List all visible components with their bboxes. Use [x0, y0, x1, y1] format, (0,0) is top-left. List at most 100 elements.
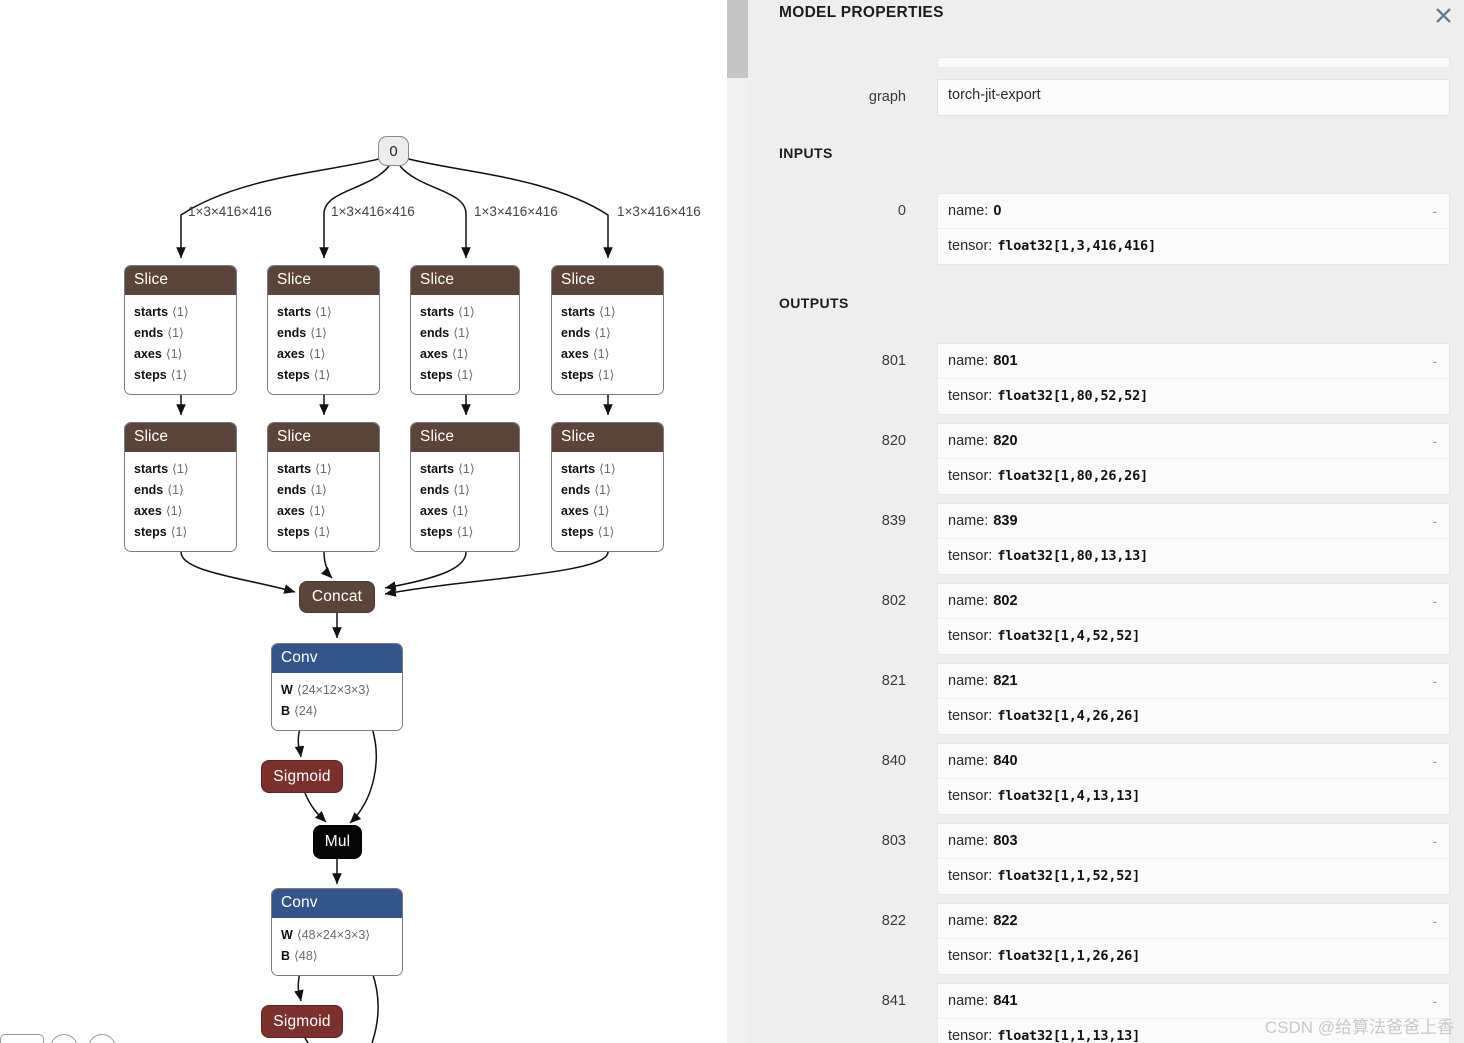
output-name-row: name: 821 - — [938, 664, 1449, 699]
graph-node-conv-1[interactable]: Conv W ⟨24×12×3×3⟩ B ⟨24⟩ — [271, 643, 403, 731]
node-attr: ends ⟨1⟩ — [277, 325, 327, 340]
output-tensor-key: tensor: — [948, 788, 993, 804]
output-name-value: 840 — [993, 752, 1018, 769]
node-attr: axes ⟨1⟩ — [561, 503, 610, 518]
graph-node-mul-1[interactable]: Mul — [313, 825, 362, 859]
output-card-8[interactable]: name: 841 - tensor: float32[1,1,13,13] — [937, 983, 1450, 1043]
output-name-row: name: 803 - — [938, 824, 1449, 859]
output-tensor-row: tensor: float32[1,4,52,52] — [938, 619, 1449, 654]
node-attr: starts ⟨1⟩ — [561, 461, 616, 476]
node-attr: ends ⟨1⟩ — [561, 482, 611, 497]
collapse-icon[interactable]: - — [1432, 203, 1439, 219]
input-name-value: 0 — [993, 202, 1002, 219]
graph-node-slice-5[interactable]: Slice starts ⟨1⟩ ends ⟨1⟩ axes ⟨1⟩ steps ⟨1⟩ — [124, 422, 237, 552]
output-tensor-row: tensor: float32[1,1,13,13] — [938, 1019, 1449, 1043]
collapse-icon[interactable]: - — [1432, 353, 1439, 369]
input-card-0[interactable]: name: 0 - tensor: float32[1,3,416,416] — [937, 193, 1450, 265]
output-index-6: 803 — [881, 833, 906, 849]
node-attributes: starts ⟨1⟩ ends ⟨1⟩ axes ⟨1⟩ steps ⟨1⟩ — [125, 451, 236, 551]
node-title: Concat — [311, 588, 363, 605]
node-attr: steps ⟨1⟩ — [561, 524, 615, 539]
collapse-icon[interactable]: - — [1432, 833, 1439, 849]
input-tensor-key: tensor: — [948, 238, 993, 254]
collapse-icon[interactable]: - — [1432, 753, 1439, 769]
output-card-3[interactable]: name: 802 - tensor: float32[1,4,52,52] — [937, 583, 1450, 655]
collapse-icon[interactable]: - — [1432, 433, 1439, 449]
node-attributes: starts ⟨1⟩ ends ⟨1⟩ axes ⟨1⟩ steps ⟨1⟩ — [268, 451, 379, 551]
graph-node-sigmoid-2[interactable]: Sigmoid — [261, 1005, 343, 1038]
graph-node-slice-1[interactable]: Slice starts ⟨1⟩ ends ⟨1⟩ axes ⟨1⟩ steps ⟨1⟩ — [124, 265, 237, 395]
output-name-row: name: 839 - — [938, 504, 1449, 539]
output-name-value: 802 — [993, 592, 1018, 609]
collapse-icon[interactable]: - — [1432, 913, 1439, 929]
graph-node-sigmoid-1[interactable]: Sigmoid — [261, 760, 343, 793]
output-name-key: name: — [948, 832, 989, 849]
input-index-0: 0 — [897, 203, 906, 219]
output-card-6[interactable]: name: 803 - tensor: float32[1,1,52,52] — [937, 823, 1450, 895]
graph-node-concat[interactable]: Concat — [299, 581, 375, 613]
collapse-icon[interactable]: - — [1432, 673, 1439, 689]
graph-node-slice-3[interactable]: Slice starts ⟨1⟩ ends ⟨1⟩ axes ⟨1⟩ steps ⟨1⟩ — [410, 265, 520, 395]
graph-input-node-0[interactable]: 0 — [378, 136, 409, 166]
node-title: Conv — [272, 889, 402, 918]
graph-node-slice-8[interactable]: Slice starts ⟨1⟩ ends ⟨1⟩ axes ⟨1⟩ steps ⟨1⟩ — [551, 422, 664, 552]
graph-node-slice-6[interactable]: Slice starts ⟨1⟩ ends ⟨1⟩ axes ⟨1⟩ steps ⟨1⟩ — [267, 422, 380, 552]
close-icon[interactable] — [1428, 0, 1458, 30]
property-label-graph: graph — [868, 89, 906, 105]
output-tensor-value: float32[1,80,52,52] — [997, 388, 1148, 404]
input-tensor-value: float32[1,3,416,416] — [997, 238, 1156, 254]
graph-vertical-scrollbar-thumb[interactable] — [727, 0, 748, 78]
graph-node-slice-7[interactable]: Slice starts ⟨1⟩ ends ⟨1⟩ axes ⟨1⟩ steps ⟨1⟩ — [410, 422, 520, 552]
output-card-7[interactable]: name: 822 - tensor: float32[1,1,26,26] — [937, 903, 1450, 975]
property-value-graph-text: torch-jit-export — [948, 87, 1041, 103]
output-name-key: name: — [948, 752, 989, 769]
collapse-icon[interactable]: - — [1432, 993, 1439, 1009]
node-attributes: starts ⟨1⟩ ends ⟨1⟩ axes ⟨1⟩ steps ⟨1⟩ — [268, 294, 379, 394]
output-tensor-row: tensor: float32[1,4,26,26] — [938, 699, 1449, 734]
input-name-key: name: — [948, 202, 989, 219]
property-value-graph[interactable]: torch-jit-export — [937, 79, 1450, 116]
node-title: Slice — [411, 266, 519, 295]
node-attr: starts ⟨1⟩ — [420, 304, 475, 319]
node-attr: starts ⟨1⟩ — [134, 304, 189, 319]
graph-canvas[interactable]: 0 1×3×416×416 1×3×416×416 1×3×416×416 1×… — [0, 0, 727, 1043]
output-name-row: name: 802 - — [938, 584, 1449, 619]
output-name-key: name: — [948, 432, 989, 449]
output-name-row: name: 820 - — [938, 424, 1449, 459]
graph-vertical-scrollbar-track[interactable] — [727, 0, 748, 1043]
graph-node-slice-4[interactable]: Slice starts ⟨1⟩ ends ⟨1⟩ axes ⟨1⟩ steps ⟨1⟩ — [551, 265, 664, 395]
output-index-7: 822 — [881, 913, 906, 929]
output-name-value: 839 — [993, 512, 1018, 529]
collapse-icon[interactable]: - — [1432, 593, 1439, 609]
node-attr: W ⟨48×24×3×3⟩ — [281, 927, 371, 942]
node-attr: steps ⟨1⟩ — [277, 367, 331, 382]
node-attr: ends ⟨1⟩ — [134, 325, 184, 340]
node-attr: steps ⟨1⟩ — [134, 524, 188, 539]
node-attr: steps ⟨1⟩ — [420, 367, 474, 382]
node-attr: axes ⟨1⟩ — [420, 346, 469, 361]
input-tensor-row-0: tensor: float32[1,3,416,416] — [938, 229, 1449, 264]
output-card-1[interactable]: name: 820 - tensor: float32[1,80,26,26] — [937, 423, 1450, 495]
output-card-0[interactable]: name: 801 - tensor: float32[1,80,52,52] — [937, 343, 1450, 415]
node-attr: axes ⟨1⟩ — [134, 503, 183, 518]
collapse-icon[interactable]: - — [1432, 513, 1439, 529]
node-attr: starts ⟨1⟩ — [561, 304, 616, 319]
node-attr: axes ⟨1⟩ — [277, 346, 326, 361]
edge-label-3: 1×3×416×416 — [617, 204, 701, 219]
node-title: Conv — [272, 644, 402, 673]
node-attr: starts ⟨1⟩ — [134, 461, 189, 476]
output-tensor-value: float32[1,1,26,26] — [997, 948, 1141, 964]
node-attributes: starts ⟨1⟩ ends ⟨1⟩ axes ⟨1⟩ steps ⟨1⟩ — [552, 294, 663, 394]
output-name-key: name: — [948, 672, 989, 689]
graph-node-conv-2[interactable]: Conv W ⟨48×24×3×3⟩ B ⟨48⟩ — [271, 888, 403, 976]
output-card-5[interactable]: name: 840 - tensor: float32[1,4,13,13] — [937, 743, 1450, 815]
output-index-1: 820 — [881, 433, 906, 449]
output-card-2[interactable]: name: 839 - tensor: float32[1,80,13,13] — [937, 503, 1450, 575]
edge-label-2: 1×3×416×416 — [474, 204, 558, 219]
node-attr: ends ⟨1⟩ — [420, 325, 470, 340]
output-tensor-row: tensor: float32[1,1,52,52] — [938, 859, 1449, 894]
node-attr: axes ⟨1⟩ — [134, 346, 183, 361]
output-card-4[interactable]: name: 821 - tensor: float32[1,4,26,26] — [937, 663, 1450, 735]
graph-node-slice-2[interactable]: Slice starts ⟨1⟩ ends ⟨1⟩ axes ⟨1⟩ steps ⟨1⟩ — [267, 265, 380, 395]
toolbar-button-1[interactable] — [0, 1034, 44, 1043]
